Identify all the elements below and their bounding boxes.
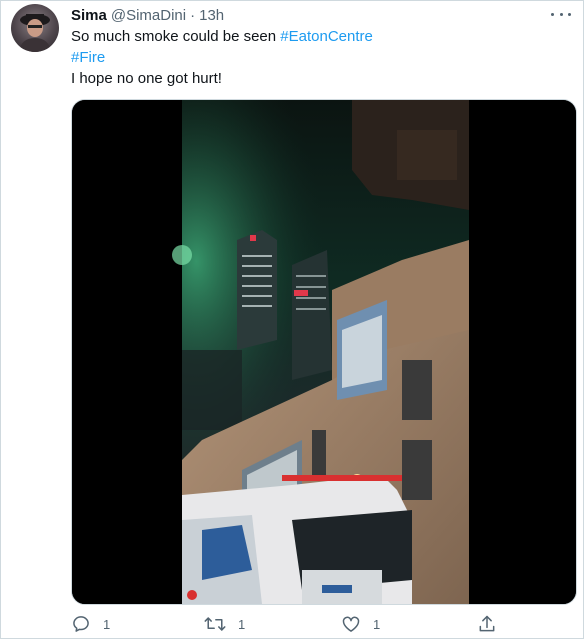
tweet-text-line-1: So much smoke could be seen #EatonCentre — [71, 26, 561, 47]
hashtag-eatoncentre[interactable]: #EatonCentre — [280, 28, 373, 45]
tweet-card[interactable]: Sima @SimaDini · 13h So much smoke could… — [0, 0, 584, 639]
tweet-text-line-3: I hope no one got hurt! — [71, 70, 222, 87]
reply-icon — [73, 616, 89, 632]
reply-count: 1 — [103, 616, 111, 632]
tweet-timestamp[interactable]: 13h — [199, 7, 224, 24]
heart-icon — [342, 616, 360, 632]
author-handle[interactable]: @SimaDini — [111, 7, 186, 24]
author-name[interactable]: Sima — [71, 7, 107, 24]
like-button[interactable]: 1 — [341, 613, 380, 635]
video-player[interactable] — [71, 99, 577, 605]
retweet-icon — [204, 617, 226, 631]
avatar[interactable] — [11, 4, 59, 52]
like-count: 1 — [373, 616, 381, 632]
share-button[interactable] — [477, 613, 497, 635]
retweet-button[interactable]: 1 — [204, 613, 245, 635]
avatar-image — [19, 14, 51, 52]
more-options-icon[interactable] — [551, 7, 571, 21]
tweet-text-plain: So much smoke could be seen — [71, 28, 281, 45]
tweet-text: So much smoke could be seen #EatonCentre… — [71, 26, 561, 89]
video-thumbnail — [72, 100, 576, 604]
tweet-header: Sima @SimaDini · 13h — [71, 5, 224, 25]
tweet-actions: 1 1 1 — [71, 613, 511, 635]
separator-dot: · — [190, 6, 196, 24]
retweet-count: 1 — [238, 616, 246, 632]
tweet-text-line-2: #Fire — [71, 47, 561, 68]
share-icon — [479, 615, 495, 632]
reply-button[interactable]: 1 — [71, 613, 110, 635]
hashtag-fire[interactable]: #Fire — [71, 49, 105, 66]
